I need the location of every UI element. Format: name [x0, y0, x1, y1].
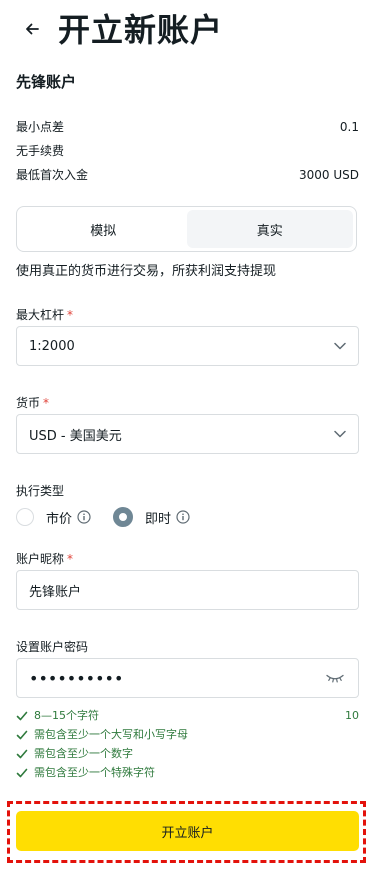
- required-mark: *: [67, 308, 74, 322]
- info-icon[interactable]: [176, 510, 190, 524]
- tab-real[interactable]: 真实: [186, 210, 353, 248]
- spec-label: 最低首次入金: [16, 168, 89, 182]
- password-rule-text: 需包含至少一个特殊字符: [34, 766, 155, 779]
- radio-instant-label[interactable]: 即时: [145, 508, 171, 527]
- chevron-down-icon: [334, 342, 346, 350]
- password-rule-text: 8—15个字符: [34, 709, 99, 722]
- password-rule: 8—15个字符 10: [16, 709, 359, 723]
- account-mode-toggle: 模拟 真实: [16, 206, 357, 252]
- leverage-select[interactable]: 1:2000: [16, 326, 359, 366]
- password-input[interactable]: ••••••••••: [16, 658, 359, 698]
- spec-row-min-spread: 最小点差 0.1: [16, 119, 359, 135]
- spec-value: 3000 USD: [299, 168, 359, 182]
- execution-type-group: 市价 即时: [16, 505, 190, 529]
- password-rule: 需包含至少一个大写和小写字母: [16, 728, 359, 742]
- nickname-label-text: 账户昵称: [16, 552, 65, 566]
- radio-market-label[interactable]: 市价: [46, 508, 72, 527]
- open-account-button[interactable]: 开立账户: [16, 811, 359, 851]
- required-mark: *: [67, 552, 74, 566]
- account-type-title: 先锋账户: [16, 73, 77, 91]
- check-icon: [16, 767, 28, 779]
- info-icon[interactable]: [77, 510, 91, 524]
- radio-instant[interactable]: [113, 507, 134, 527]
- currency-select[interactable]: USD - 美国美元: [16, 414, 359, 454]
- password-rule: 需包含至少一个数字: [16, 747, 359, 761]
- leverage-value: 1:2000: [29, 338, 75, 354]
- password-length-count: 10: [345, 709, 359, 722]
- arrow-left-icon: [26, 23, 39, 35]
- mode-description: 使用真正的货币进行交易，所获利润支持提现: [16, 264, 277, 279]
- leverage-label-text: 最大杠杆: [16, 308, 65, 322]
- tab-demo[interactable]: 模拟: [20, 210, 187, 248]
- spec-value: 0.1: [339, 120, 359, 134]
- spec-label: 最小点差: [16, 120, 65, 134]
- password-value: ••••••••••: [29, 668, 124, 688]
- currency-label-text: 货币: [16, 396, 41, 410]
- spec-label: 无手续费: [16, 144, 65, 158]
- page-title: 开立新账户: [58, 11, 224, 49]
- nickname-label: 账户昵称 *: [16, 551, 73, 567]
- back-button[interactable]: [18, 15, 46, 43]
- password-label: 设置账户密码: [16, 640, 89, 654]
- required-mark: *: [43, 396, 50, 410]
- password-rule: 需包含至少一个特殊字符: [16, 766, 359, 780]
- password-rule-text: 需包含至少一个大写和小写字母: [34, 728, 188, 741]
- execution-type-label: 执行类型: [16, 484, 65, 498]
- nickname-value: 先锋账户: [29, 584, 82, 600]
- currency-label: 货币 *: [16, 395, 49, 411]
- currency-value: USD - 美国美元: [29, 428, 122, 444]
- spec-row-no-commission: 无手续费: [16, 143, 359, 159]
- header: 开立新账户: [0, 0, 375, 64]
- spec-row-min-deposit: 最低首次入金 3000 USD: [16, 167, 359, 183]
- check-icon: [16, 729, 28, 741]
- nickname-input[interactable]: 先锋账户: [16, 570, 359, 610]
- radio-market[interactable]: [16, 508, 34, 526]
- toggle-password-visibility[interactable]: [324, 670, 346, 686]
- eye-closed-icon: [326, 674, 344, 683]
- password-rule-text: 需包含至少一个数字: [34, 747, 133, 760]
- chevron-down-icon: [334, 430, 346, 438]
- leverage-label: 最大杠杆 *: [16, 307, 73, 323]
- check-icon: [16, 748, 28, 760]
- check-icon: [16, 710, 28, 722]
